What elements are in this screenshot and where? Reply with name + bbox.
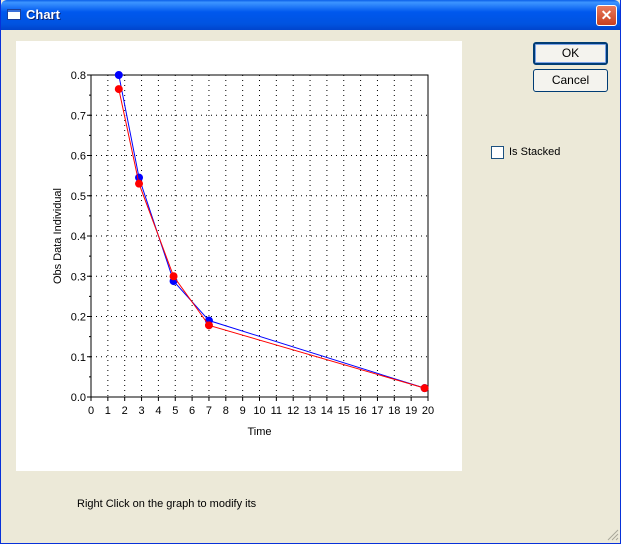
x-tick-label: 13 bbox=[304, 405, 316, 417]
x-tick-label: 1 bbox=[105, 405, 111, 417]
ok-button[interactable]: OK bbox=[533, 42, 608, 65]
series-point-1 bbox=[114, 85, 123, 94]
x-tick-label: 18 bbox=[388, 405, 400, 417]
y-tick-label: 0.7 bbox=[71, 110, 86, 122]
series-point-1 bbox=[169, 272, 178, 281]
x-tick-label: 12 bbox=[287, 405, 299, 417]
x-tick-label: 3 bbox=[138, 405, 144, 417]
x-axis-label: Time bbox=[247, 426, 271, 438]
is-stacked-label: Is Stacked bbox=[509, 146, 561, 158]
y-tick-label: 0.1 bbox=[71, 352, 86, 364]
y-tick-label: 0.5 bbox=[71, 191, 86, 203]
x-tick-label: 6 bbox=[189, 405, 195, 417]
y-tick-label: 0.6 bbox=[71, 151, 86, 163]
x-tick-label: 5 bbox=[172, 405, 178, 417]
chart-panel[interactable]: 0 1 2 3 4 5 6 7 8 9 10 11 12 13 14 15 16 17 18 19 20 0.0 0.1 0.… bbox=[16, 41, 462, 471]
window-title: Chart bbox=[26, 7, 60, 22]
series-point-1 bbox=[204, 321, 213, 330]
y-tick-label: 0.4 bbox=[71, 231, 86, 243]
x-tick-label: 14 bbox=[321, 405, 333, 417]
x-tick-label: 9 bbox=[240, 405, 246, 417]
y-tick-label: 0.2 bbox=[71, 312, 86, 324]
x-tick-label: 20 bbox=[422, 405, 434, 417]
x-tick-label: 7 bbox=[206, 405, 212, 417]
x-tick-label: 2 bbox=[122, 405, 128, 417]
x-tick-label: 11 bbox=[271, 405, 282, 417]
window-icon bbox=[7, 9, 21, 20]
close-icon: ✕ bbox=[600, 7, 613, 23]
series-line-1 bbox=[118, 88, 425, 389]
y-tick-label: 0.8 bbox=[71, 70, 86, 82]
title-bar[interactable]: Chart ✕ bbox=[1, 0, 620, 30]
cancel-button[interactable]: Cancel bbox=[533, 69, 608, 92]
series-point-1 bbox=[135, 179, 144, 188]
x-tick-label: 10 bbox=[253, 405, 265, 417]
y-tick-label: 0.0 bbox=[71, 392, 86, 404]
is-stacked-checkbox[interactable] bbox=[491, 146, 504, 159]
series-line-0 bbox=[118, 74, 425, 389]
x-tick-label: 0 bbox=[88, 405, 94, 417]
x-tick-label: 17 bbox=[371, 405, 383, 417]
x-tick-label: 19 bbox=[405, 405, 417, 417]
x-tick-label: 15 bbox=[338, 405, 350, 417]
close-button[interactable]: ✕ bbox=[596, 5, 617, 26]
series-point-1 bbox=[420, 384, 429, 393]
series-point-0 bbox=[114, 71, 123, 79]
status-text: Right Click on the graph to modify its bbox=[77, 498, 257, 510]
chart-window: Chart ✕ 0 1 2 3 4 5 6 7 8 9 10 11 12 13 14 15 16 17 18 19 20… bbox=[0, 0, 621, 544]
chart-svg[interactable]: 0 1 2 3 4 5 6 7 8 9 10 11 12 13 14 15 16 17 18 19 200.00.10.… bbox=[16, 41, 462, 471]
resize-grip-icon[interactable] bbox=[605, 527, 619, 541]
y-tick-label: 0.3 bbox=[71, 271, 86, 283]
x-tick-label: 4 bbox=[155, 405, 161, 417]
x-tick-label: 16 bbox=[354, 405, 366, 417]
x-tick-label: 8 bbox=[223, 405, 229, 417]
y-axis-label: Obs Data Individual bbox=[52, 188, 64, 284]
